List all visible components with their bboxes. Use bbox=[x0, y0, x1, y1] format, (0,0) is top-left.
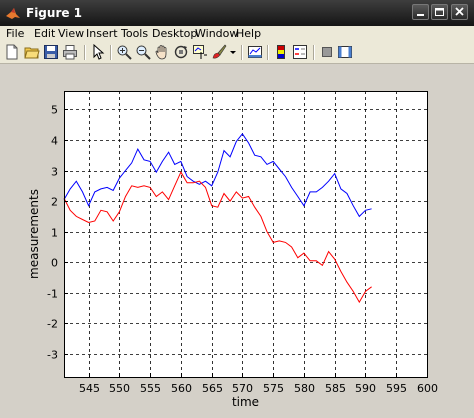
x-tick-label: 575 bbox=[263, 382, 284, 395]
toolbar-separator bbox=[267, 45, 269, 60]
y-tick-label: -2 bbox=[47, 318, 58, 331]
brush-dropdown-icon[interactable] bbox=[229, 44, 237, 60]
hide-plot-tools-icon[interactable] bbox=[319, 44, 335, 60]
y-tick-label: 1 bbox=[51, 227, 58, 240]
close-icon bbox=[455, 7, 464, 16]
x-tick-label: 570 bbox=[232, 382, 253, 395]
y-tick-label: 0 bbox=[51, 257, 58, 270]
y-tick-label: 4 bbox=[51, 135, 58, 148]
menu-window[interactable]: Window bbox=[195, 27, 238, 40]
x-tick-label: 585 bbox=[325, 382, 346, 395]
minimize-button[interactable] bbox=[412, 4, 429, 20]
toolbar-separator bbox=[241, 45, 243, 60]
x-tick-label: 600 bbox=[417, 382, 438, 395]
menu-tools[interactable]: Tools bbox=[121, 27, 148, 40]
print-icon[interactable] bbox=[62, 44, 78, 60]
maximize-button[interactable] bbox=[431, 4, 448, 20]
minimize-icon bbox=[417, 14, 424, 16]
open-folder-icon[interactable] bbox=[24, 44, 40, 60]
y-tick-label: -3 bbox=[47, 349, 58, 362]
zoom-in-icon[interactable] bbox=[116, 44, 132, 60]
x-tick-label: 550 bbox=[109, 382, 130, 395]
x-tick-label: 560 bbox=[171, 382, 192, 395]
x-tick-label: 590 bbox=[355, 382, 376, 395]
toolbar-separator bbox=[110, 45, 112, 60]
brush-icon[interactable] bbox=[211, 44, 227, 60]
pan-hand-icon[interactable] bbox=[154, 44, 170, 60]
plot-axes[interactable]: 545 550 555 560 565 570 575 580 585 590 595 600 -3 -2… bbox=[0, 64, 474, 418]
legend-icon[interactable] bbox=[292, 44, 308, 60]
x-tick-label: 555 bbox=[140, 382, 161, 395]
rotate-3d-icon[interactable] bbox=[173, 44, 189, 60]
x-tick-label: 565 bbox=[202, 382, 223, 395]
y-tick-label: 3 bbox=[51, 166, 58, 179]
toolbar-separator bbox=[313, 45, 315, 60]
x-tick-label: 595 bbox=[386, 382, 407, 395]
window-title: Figure 1 bbox=[26, 6, 83, 20]
x-tick-label: 580 bbox=[294, 382, 315, 395]
new-figure-icon[interactable] bbox=[4, 44, 20, 60]
menu-desktop[interactable]: Desktop bbox=[152, 27, 197, 40]
save-icon[interactable] bbox=[43, 44, 59, 60]
figure-toolbar bbox=[0, 42, 474, 64]
menu-help[interactable]: Help bbox=[236, 27, 261, 40]
close-button[interactable] bbox=[451, 4, 468, 20]
title-bar[interactable]: Figure 1 bbox=[0, 0, 474, 27]
figure-canvas: 545 550 555 560 565 570 575 580 585 590 595 600 -3 -2… bbox=[0, 64, 474, 418]
zoom-out-icon[interactable] bbox=[135, 44, 151, 60]
toolbar-separator bbox=[84, 45, 86, 60]
figure-window: Figure 1 File Edit View Insert Tools Des… bbox=[0, 0, 474, 418]
y-tick-label: 5 bbox=[51, 104, 58, 117]
pointer-icon[interactable] bbox=[90, 44, 106, 60]
x-axis-label: time bbox=[232, 395, 259, 409]
y-tick-label: -1 bbox=[47, 288, 58, 301]
menu-view[interactable]: View bbox=[58, 27, 84, 40]
link-plot-icon[interactable] bbox=[247, 44, 263, 60]
menu-edit[interactable]: Edit bbox=[34, 27, 55, 40]
matlab-icon bbox=[6, 8, 20, 19]
maximize-icon bbox=[435, 8, 444, 16]
colorbar-icon[interactable] bbox=[273, 44, 289, 60]
y-axis-label: measurements bbox=[27, 189, 41, 279]
data-cursor-icon[interactable] bbox=[192, 44, 208, 60]
menu-bar: File Edit View Insert Tools Desktop Wind… bbox=[0, 26, 474, 42]
y-tick-label: 2 bbox=[51, 196, 58, 209]
menu-insert[interactable]: Insert bbox=[86, 27, 118, 40]
show-plot-tools-icon[interactable] bbox=[337, 44, 353, 60]
menu-file[interactable]: File bbox=[6, 27, 24, 40]
x-tick-label: 545 bbox=[79, 382, 100, 395]
axes-background bbox=[64, 91, 427, 377]
